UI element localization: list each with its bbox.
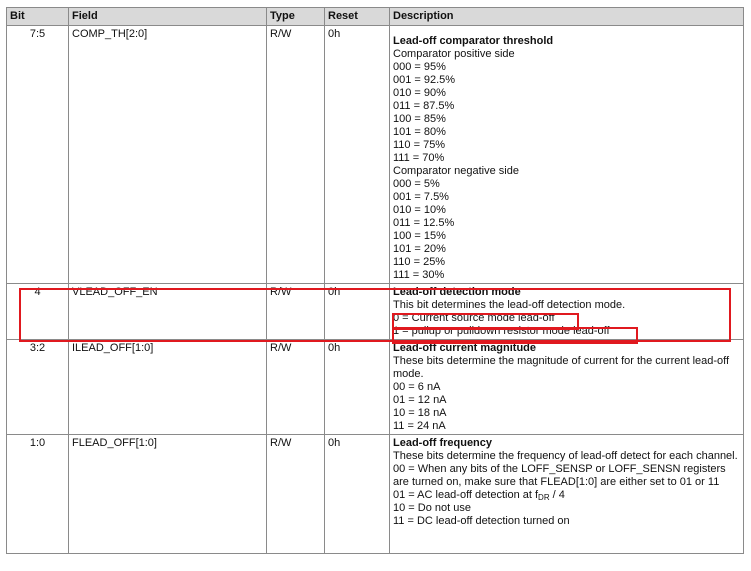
row-type: R/W <box>266 339 325 435</box>
row-type: R/W <box>266 25 325 284</box>
header-type: Type <box>266 7 325 26</box>
description-line: 10 = 18 nA <box>393 407 447 419</box>
row-description: Lead-off frequency These bits determine … <box>389 434 744 554</box>
row-description: Lead-off comparator threshold Comparator… <box>389 25 744 284</box>
description-line: 011 = 87.5% <box>393 100 455 112</box>
description-line: 001 = 92.5% <box>393 74 456 86</box>
description-line: 00 = 6 nA <box>393 381 441 393</box>
header-field: Field <box>68 7 267 26</box>
row-reset: 0h <box>324 339 390 435</box>
table-row: 3:2 ILEAD_OFF[1:0] R/W 0h Lead-off curre… <box>6 339 744 435</box>
description-line: 100 = 85% <box>393 113 446 125</box>
description-line: 011 = 12.5% <box>393 217 455 229</box>
table-row: 4 VLEAD_OFF_EN R/W 0h Lead-off detection… <box>6 283 744 340</box>
description-line: 111 = 70% <box>393 152 445 164</box>
row-bit: 3:2 <box>6 339 69 435</box>
description-line: 010 = 90% <box>393 87 446 99</box>
description-option: 00 = When any bits of the LOFF_SENSP or … <box>393 463 726 488</box>
option-text: / 4 <box>549 489 565 501</box>
header-reset: Reset <box>324 7 390 26</box>
description-intro: These bits determine the magnitude of cu… <box>393 355 730 380</box>
description-line: 110 = 25% <box>393 256 446 268</box>
description-title: Lead-off comparator threshold <box>393 35 554 47</box>
description-line: 010 = 10% <box>393 204 446 216</box>
row-bit: 1:0 <box>6 434 69 554</box>
description-option: 01 = AC lead-off detection at fDR / 4 <box>393 489 740 502</box>
row-field: COMP_TH[2:0] <box>68 25 267 284</box>
description-line: Comparator positive side <box>393 48 515 60</box>
option-text: 01 = AC lead-off detection at f <box>393 489 539 501</box>
row-field: VLEAD_OFF_EN <box>68 283 267 340</box>
row-bit: 4 <box>6 283 69 340</box>
description-line: 000 = 5% <box>393 178 440 190</box>
row-reset: 0h <box>324 434 390 554</box>
table-row: 7:5 COMP_TH[2:0] R/W 0h Lead-off compara… <box>6 25 744 284</box>
description-line: 111 = 30% <box>393 269 445 281</box>
row-bit: 7:5 <box>6 25 69 284</box>
description-title: Lead-off frequency <box>393 437 493 449</box>
header-description: Description <box>389 7 744 26</box>
row-field: FLEAD_OFF[1:0] <box>68 434 267 554</box>
row-description: Lead-off detection mode This bit determi… <box>389 283 744 340</box>
row-reset: 0h <box>324 283 390 340</box>
description-line: 1 = pullup or pulldown resistor mode lea… <box>393 325 610 337</box>
description-line: 001 = 7.5% <box>393 191 449 203</box>
description-line: Comparator negative side <box>393 165 519 177</box>
table-row: 1:0 FLEAD_OFF[1:0] R/W 0h Lead-off frequ… <box>6 434 744 554</box>
description-title: Lead-off current magnitude <box>393 342 537 354</box>
description-intro: These bits determine the frequency of le… <box>393 450 738 462</box>
description-line: 10 = Do not use <box>393 502 471 514</box>
description-line: 000 = 95% <box>393 61 446 73</box>
description-line: 0 = Current source mode lead-off <box>393 312 555 324</box>
description-title: Lead-off detection mode <box>393 286 521 298</box>
description-line: 100 = 15% <box>393 230 446 242</box>
row-type: R/W <box>266 283 325 340</box>
description-line: 11 = DC lead-off detection turned on <box>393 515 570 527</box>
row-reset: 0h <box>324 25 390 284</box>
description-line: 101 = 20% <box>393 243 446 255</box>
description-line: 101 = 80% <box>393 126 446 138</box>
row-field: ILEAD_OFF[1:0] <box>68 339 267 435</box>
table-header-row: Bit Field Type Reset Description <box>6 7 744 26</box>
header-bit: Bit <box>6 7 69 26</box>
description-line: This bit determines the lead-off detecti… <box>393 299 626 311</box>
description-line: 01 = 12 nA <box>393 394 447 406</box>
description-line: 110 = 75% <box>393 139 446 151</box>
option-subscript: DR <box>538 493 550 502</box>
row-description: Lead-off current magnitude These bits de… <box>389 339 744 435</box>
register-table: Bit Field Type Reset Description 7:5 COM… <box>6 7 744 554</box>
row-type: R/W <box>266 434 325 554</box>
description-line: 11 = 24 nA <box>393 420 446 432</box>
